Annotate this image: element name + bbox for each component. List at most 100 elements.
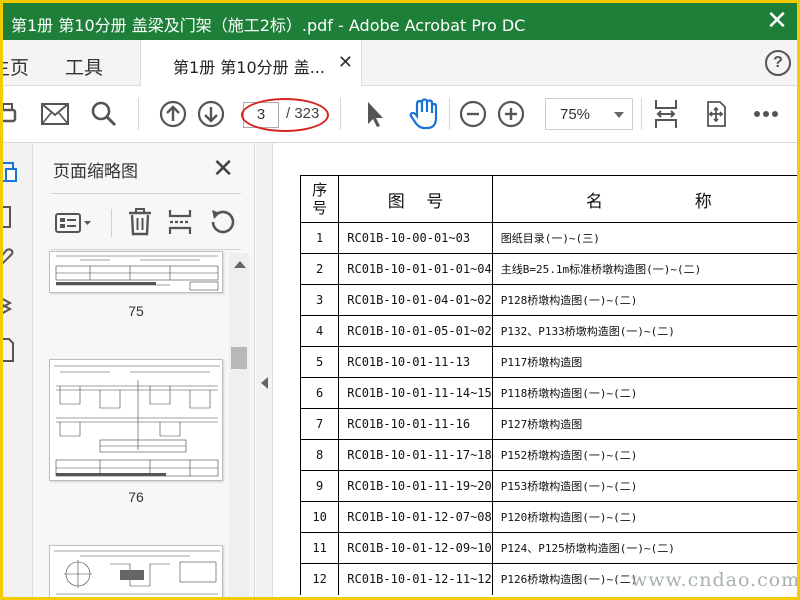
zoom-value: 75% (560, 106, 591, 123)
thumbnail-page-number: 76 (128, 489, 144, 505)
document-tab[interactable]: 第1册 第10分册 盖... ✕ (140, 40, 362, 86)
close-panel-icon[interactable]: ✕ (212, 153, 234, 184)
drawing-name-cell: 主线B=25.1m标准桥墩构造图(一)~(二) (491, 253, 797, 285)
toolbar-divider (138, 98, 139, 130)
row-number-cell: 10 (299, 501, 339, 533)
panel-toolbar-divider (111, 209, 112, 237)
app-window: 第1册 第10分册 盖梁及门架（施工2标）.pdf - Adobe Acroba… (0, 0, 800, 600)
row-number-cell: 1 (299, 222, 339, 254)
zoom-out-icon[interactable] (458, 98, 488, 130)
page-number-highlight-annotation (241, 98, 329, 132)
drawing-name-cell: P152桥墩构造图(一)~(二) (491, 439, 797, 471)
drawing-code-cell: RC01B-10-01-11-13 (338, 346, 493, 378)
rotate-page-icon[interactable] (208, 208, 236, 241)
zoom-in-icon[interactable] (496, 98, 526, 130)
drawing-code-cell: RC01B-10-01-12-09~10 (338, 532, 493, 564)
previous-page-icon[interactable] (158, 98, 188, 130)
drawing-code-cell: RC01B-10-01-12-11~12 (338, 563, 493, 595)
table-row: 7 RC01B-10-01-11-16 P127桥墩构造图 (299, 408, 797, 440)
document-icon[interactable] (3, 335, 23, 363)
drawing-name-cell: P127桥墩构造图 (491, 408, 797, 440)
table-row: 2 RC01B-10-01-01-01~04 主线B=25.1m标准桥墩构造图(一)… (299, 253, 797, 285)
thumbnail-page-number: 75 (128, 303, 144, 319)
panel-divider (51, 193, 241, 194)
close-tab-icon[interactable]: ✕ (338, 52, 353, 73)
title-bar: 第1册 第10分册 盖梁及门架（施工2标）.pdf - Adobe Acroba… (3, 3, 797, 40)
column-header-name: 名 称 (491, 175, 797, 223)
drawing-name-cell: P153桥墩构造图(一)~(二) (491, 470, 797, 502)
row-number-cell: 2 (299, 253, 339, 285)
table-row: 11 RC01B-10-01-12-09~10 P124、P125桥墩构造图(一)~… (299, 532, 797, 564)
table-row: 3 RC01B-10-01-04-01~02 P128桥墩构造图(一)~(二) (299, 284, 797, 316)
drawing-name-cell: P124、P125桥墩构造图(一)~(二) (491, 532, 797, 564)
drawing-code-cell: RC01B-10-01-12-07~08 (338, 501, 493, 533)
drawing-code-cell: RC01B-10-00-01~03 (338, 222, 493, 254)
drawing-code-cell: RC01B-10-01-11-19~20 (338, 470, 493, 502)
drawing-index-table: 序号 图 号 名 称 1 RC01B-10-00-01~03 图纸目录(一)~(三)… (299, 175, 797, 595)
panel-toolbar (51, 203, 241, 243)
zoom-select[interactable]: 75% (545, 98, 633, 130)
bookmarks-icon[interactable] (3, 203, 23, 231)
row-number-cell: 7 (299, 408, 339, 440)
table-row: 8 RC01B-10-01-11-17~18 P152桥墩构造图(一)~(二) (299, 439, 797, 471)
row-number-cell: 6 (299, 377, 339, 409)
page-thumbnail[interactable] (49, 545, 223, 597)
attachments-icon[interactable] (3, 247, 23, 275)
drawing-name-cell: P117桥墩构造图 (491, 346, 797, 378)
table-row: 5 RC01B-10-01-11-13 P117桥墩构造图 (299, 346, 797, 378)
table-row: 10 RC01B-10-01-12-07~08 P120桥墩构造图(一)~(二) (299, 501, 797, 533)
row-number-cell: 9 (299, 470, 339, 502)
home-tab[interactable]: 主页 (3, 53, 29, 80)
drawing-name-cell: P132、P133桥墩构造图(一)~(二) (491, 315, 797, 347)
panel-title: 页面缩略图 (53, 162, 138, 182)
toolbar-divider (449, 98, 450, 130)
page-thumbnail[interactable] (49, 359, 223, 481)
delete-page-icon[interactable] (127, 207, 153, 242)
scroll-up-icon[interactable] (234, 261, 246, 268)
column-header-code: 图 号 (338, 175, 493, 223)
help-button[interactable]: ? (765, 50, 791, 76)
hand-tool-icon[interactable] (407, 98, 441, 130)
panel-collapse-handle[interactable] (256, 143, 273, 597)
select-cursor-icon[interactable] (361, 98, 389, 130)
insert-page-icon[interactable] (167, 208, 193, 241)
scrollbar-thumb[interactable] (231, 347, 247, 369)
print-icon[interactable] (3, 98, 17, 130)
tab-row: 主页 工具 第1册 第10分册 盖... ✕ ? (3, 40, 797, 86)
panel-divider (51, 249, 241, 250)
window-close-button[interactable]: ✕ (765, 7, 789, 33)
fit-width-icon[interactable] (651, 98, 681, 130)
drawing-name-cell: P128桥墩构造图(一)~(二) (491, 284, 797, 316)
table-row: 6 RC01B-10-01-11-14~15 P118桥墩构造图(一)~(二) (299, 377, 797, 409)
next-page-icon[interactable] (196, 98, 226, 130)
document-view[interactable]: 序号 图 号 名 称 1 RC01B-10-00-01~03 图纸目录(一)~(三)… (273, 143, 797, 597)
email-icon[interactable] (40, 98, 70, 130)
drawing-code-cell: RC01B-10-01-01-01~04 (338, 253, 493, 285)
row-number-cell: 8 (299, 439, 339, 471)
window-title: 第1册 第10分册 盖梁及门架（施工2标）.pdf - Adobe Acroba… (11, 16, 526, 35)
more-icon[interactable] (751, 98, 781, 130)
row-number-cell: 4 (299, 315, 339, 347)
document-tab-label: 第1册 第10分册 盖... (173, 58, 325, 77)
row-number-cell: 12 (299, 563, 339, 595)
tools-tab[interactable]: 工具 (65, 53, 103, 80)
chevron-down-icon (614, 112, 624, 118)
column-header-number: 序号 (299, 175, 340, 223)
drawing-code-cell: RC01B-10-01-11-16 (338, 408, 493, 440)
thumbnail-scrollbar[interactable] (229, 253, 249, 597)
drawing-name-cell: 图纸目录(一)~(三) (491, 222, 797, 254)
search-icon[interactable] (89, 98, 119, 130)
drawing-name-cell: P120桥墩构造图(一)~(二) (491, 501, 797, 533)
drawing-code-cell: RC01B-10-01-04-01~02 (338, 284, 493, 316)
page-thumbnail[interactable] (49, 251, 223, 293)
row-number-cell: 11 (299, 532, 339, 564)
page-thumbnails-panel: 页面缩略图 ✕ 75 76 (33, 143, 255, 597)
row-number-cell: 5 (299, 346, 339, 378)
navigation-pane-strip (3, 143, 33, 597)
site-watermark: www.cndao.com (631, 569, 800, 591)
layers-icon[interactable] (3, 291, 23, 319)
toolbar-divider (641, 98, 642, 130)
thumbnail-options-icon[interactable] (55, 211, 95, 240)
full-screen-icon[interactable] (701, 98, 731, 130)
page-thumbnails-icon[interactable] (3, 159, 23, 187)
